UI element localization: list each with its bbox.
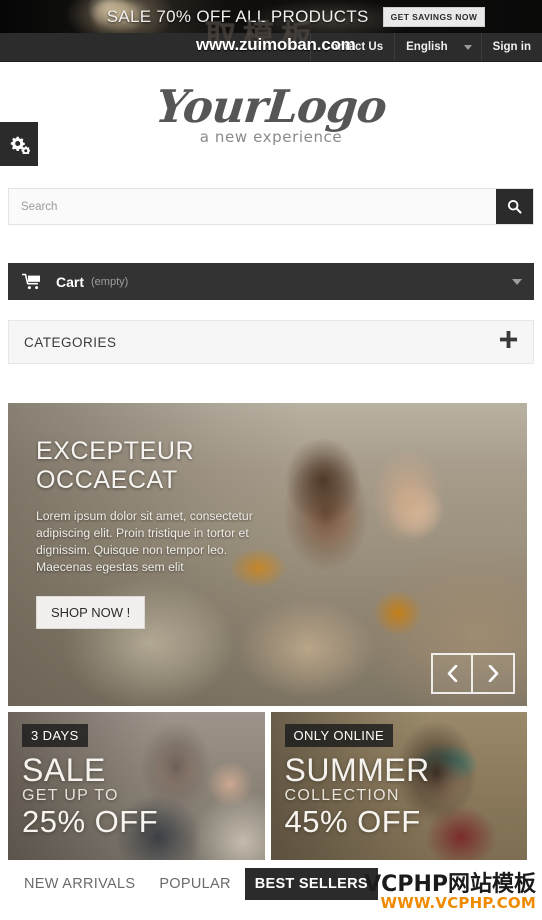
promo-tile-sale-body: 3 DAYS SALE GET UP TO 25% OFF [22,724,158,839]
logo-wordmark: YourLogo [153,80,389,133]
site-logo[interactable]: YourLogo a new experience [0,80,542,146]
hero-content: EXCEPTEUR OCCAECAT Lorem ipsum dolor sit… [36,437,336,629]
search-input[interactable] [9,189,496,224]
chevron-down-icon [463,44,472,50]
promo-tile-summer-discount: 45% OFF [284,804,421,839]
search-icon [507,199,522,214]
hero-title-line1: EXCEPTEUR [36,437,195,465]
cart-label: Cart [56,273,85,290]
promo-banner-content: SALE 70% OFF ALL PRODUCTS GET SAVINGS NO… [106,6,486,27]
hero-slider[interactable]: EXCEPTEUR OCCAECAT Lorem ipsum dolor sit… [8,403,527,706]
hero-prev-button[interactable] [431,653,473,694]
hero-navigation [431,653,515,694]
tab-popular[interactable]: POPULAR [149,868,240,900]
product-tabs: NEW ARRIVALS POPULAR BEST SELLERS [14,868,378,900]
shop-now-button[interactable]: SHOP NOW ! [36,596,146,629]
get-savings-now-button[interactable]: GET SAVINGS NOW [382,6,486,27]
promo-banner-text: SALE 70% OFF ALL PRODUCTS [106,6,369,26]
promo-tile-summer-subline: COLLECTION [284,787,400,804]
categories-accordion[interactable]: CATEGORIES [8,320,534,364]
tab-best-sellers[interactable]: BEST SELLERS [244,868,378,900]
promo-tile-summer-body: ONLY ONLINE SUMMER COLLECTION 45% OFF [284,724,430,839]
promo-tile-sale-chip: 3 DAYS [22,724,88,747]
hero-next-button[interactable] [473,653,515,694]
nav-contact-us[interactable]: Contact Us [310,33,394,61]
chevron-down-icon[interactable] [512,278,522,285]
promo-tile-summer[interactable]: ONLY ONLINE SUMMER COLLECTION 45% OFF [270,712,527,860]
promo-tile-sale-subline: GET UP TO [22,787,119,804]
promo-tile-summer-headline: SUMMER [284,752,430,788]
promo-banner[interactable]: SALE 70% OFF ALL PRODUCTS GET SAVINGS NO… [0,0,542,33]
tab-new-arrivals[interactable]: NEW ARRIVALS [14,868,145,900]
hero-description: Lorem ipsum dolor sit amet, consectetur … [36,509,253,574]
chevron-left-icon [447,665,457,682]
hero-title-line2: OCCAECAT [36,466,178,494]
promo-tile-sale[interactable]: 3 DAYS SALE GET UP TO 25% OFF [8,712,265,860]
watermark-bottom-url: WWW.VCPHP.COM [380,894,536,913]
promo-tile-summer-chip: ONLY ONLINE [284,724,394,747]
promo-tile-sale-headline: SALE [22,752,106,788]
language-selector-label: English [406,41,448,53]
cart-status: (empty) [91,275,129,288]
promo-tiles: 3 DAYS SALE GET UP TO 25% OFF ONLY ONLIN… [8,712,527,860]
plus-icon[interactable] [499,330,518,354]
utility-nav-bar: 取模板 www.zuimoban.com Contact Us English … [0,19,542,62]
search-bar [8,188,534,225]
promo-tile-sale-discount: 25% OFF [22,804,159,839]
language-selector[interactable]: English [394,33,481,61]
storefront-page: SALE 70% OFF ALL PRODUCTS GET SAVINGS NO… [0,0,542,920]
watermark-bottom-cjk: VCPHP网站模板 [364,872,536,898]
cart-block[interactable]: Cart (empty) [8,263,534,300]
watermark-bottom: VCPHP网站模板 WWW.VCPHP.COM [364,873,536,912]
search-submit-button[interactable] [496,189,533,224]
nav-sign-in[interactable]: Sign in [480,33,542,61]
categories-label: CATEGORIES [24,334,117,350]
site-header: YourLogo a new experience [0,62,542,174]
shopping-cart-icon [22,273,40,289]
chevron-right-icon [488,665,498,682]
